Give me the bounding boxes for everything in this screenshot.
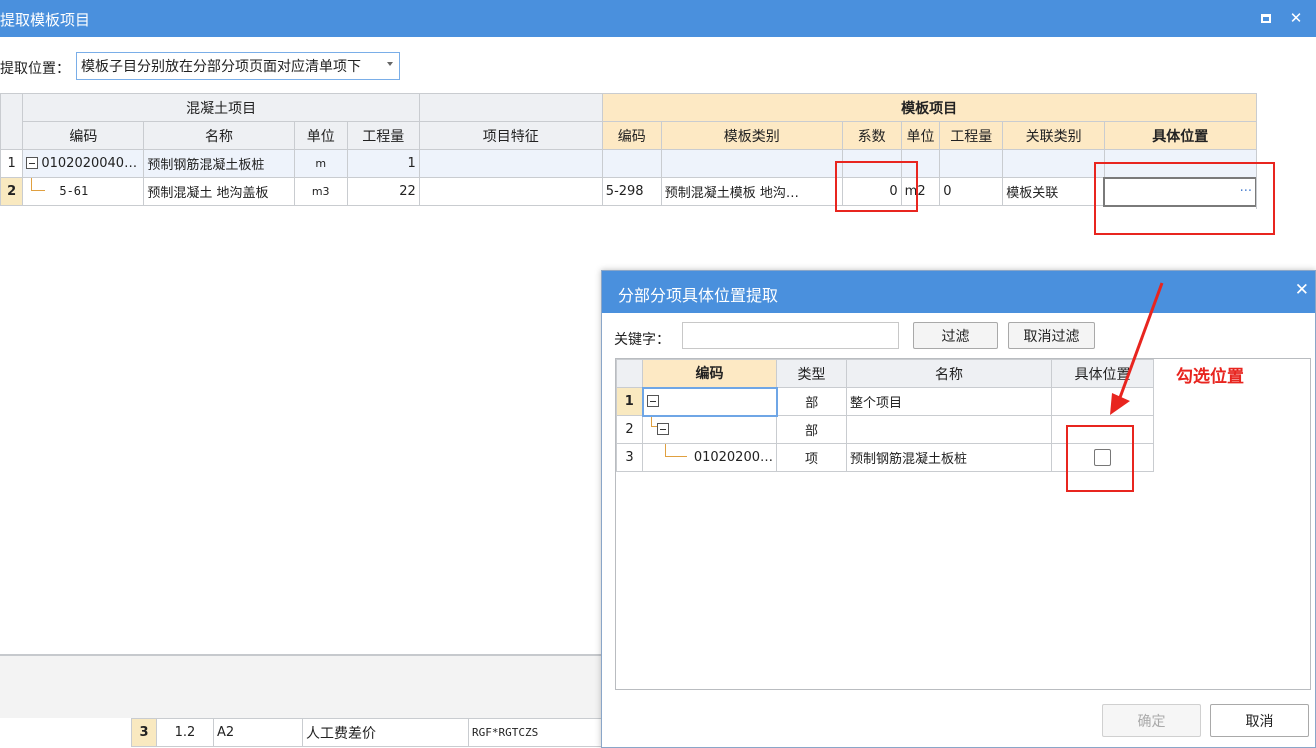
col-coef[interactable]: 系数	[841, 121, 902, 150]
type-cell[interactable]: 部	[776, 415, 847, 444]
annotation-arrow	[1110, 282, 1164, 415]
type-cell[interactable]: 部	[776, 387, 847, 416]
rel-cell[interactable]	[1002, 149, 1105, 178]
close-icon: ✕	[1289, 9, 1303, 27]
col-t-qty[interactable]: 工程量	[939, 121, 1004, 150]
dialog-title-bar: 分部分项具体位置提取 ✕	[602, 271, 1315, 313]
feature-cell[interactable]	[418, 177, 603, 206]
row-number: 3	[131, 718, 157, 747]
rel-cell[interactable]: 模板关联	[1002, 177, 1105, 206]
collapse-icon[interactable]	[657, 423, 669, 436]
unit-cell[interactable]: m3	[293, 177, 348, 206]
name-cell[interactable]: 预制混凝土 地沟盖板	[143, 177, 295, 206]
col-t-code[interactable]: 编码	[601, 121, 662, 150]
col-unit[interactable]: 单位	[293, 121, 348, 150]
ok-button[interactable]: 确定	[1102, 704, 1201, 737]
t-code-cell[interactable]	[601, 149, 662, 178]
code-cell[interactable]: 010202004001	[22, 149, 145, 178]
table-row[interactable]: 3 1.2 A2 人工费差价 RGF*RGTCZS	[131, 718, 602, 747]
position-select-value: 模板子目分别放在分部分项页面对应清单项下	[81, 59, 361, 75]
name-cell[interactable]	[846, 415, 1052, 444]
keyword-input[interactable]	[682, 322, 899, 349]
lower-panel	[0, 656, 601, 718]
window-title-bar: 提取模板项目 ✕	[0, 0, 1316, 37]
position-select[interactable]: 模板子目分别放在分部分项页面对应清单项下	[76, 52, 400, 80]
tree-connector	[31, 178, 46, 191]
col-pos[interactable]: 具体位置	[1103, 121, 1257, 150]
tree-connector	[665, 444, 687, 457]
unit-cell[interactable]: m	[293, 149, 348, 178]
window-title: 提取模板项目	[0, 11, 91, 29]
template-group-header: 模板项目	[601, 93, 1257, 122]
col-code[interactable]: 编码	[642, 359, 777, 388]
row-number: 2	[0, 177, 24, 206]
col-name[interactable]: 名称	[143, 121, 295, 150]
t-type-cell[interactable]: 预制混凝土模板 地沟…	[660, 177, 843, 206]
table-row[interactable]: 1 部 整个项目	[616, 386, 1154, 417]
feature-cell[interactable]	[418, 149, 603, 178]
annotation-text: 勾选位置	[1176, 367, 1244, 387]
row-number: 2	[616, 415, 643, 444]
code-text: 010202004001	[41, 156, 141, 171]
keyword-label: 关键字：	[614, 332, 670, 348]
name-cell[interactable]: 预制钢筋混凝土板桩	[846, 443, 1052, 472]
t-type-cell[interactable]	[660, 149, 843, 178]
code-cell[interactable]: 5-61	[22, 177, 145, 206]
code-cell[interactable]	[642, 415, 777, 444]
highlight-checkbox	[1066, 425, 1134, 492]
formula-cell[interactable]: RGF*RGTCZS	[468, 718, 602, 747]
dialog-header-row: 编码 类型 名称 具体位置	[616, 359, 1154, 388]
chevron-down-icon	[387, 62, 393, 66]
filter-button[interactable]: 过滤	[913, 322, 998, 349]
row-number: 1	[0, 149, 24, 178]
code-text: 01020200…	[693, 450, 773, 465]
name-cell[interactable]: 预制钢筋混凝土板桩	[143, 149, 295, 178]
dialog-title: 分部分项具体位置提取	[618, 286, 779, 305]
table-row[interactable]: 1 010202004001 预制钢筋混凝土板桩 m 1	[0, 149, 1257, 178]
collapse-icon[interactable]	[646, 395, 659, 407]
table-row[interactable]: 2 5-61 预制混凝土 地沟盖板 m3 22 5-298 预制混凝土模板 地沟…	[0, 176, 1257, 207]
code-cell[interactable]: 1.2	[156, 718, 214, 747]
group-header-row: 混凝土项目 模板项目	[0, 93, 1257, 150]
position-label: 提取位置：	[0, 61, 70, 77]
feature-group-header	[418, 93, 603, 122]
col-code[interactable]: 编码	[22, 121, 145, 150]
highlight-coef	[835, 161, 918, 212]
corner-cell	[616, 359, 643, 388]
t-qty-cell[interactable]: 0	[939, 177, 1004, 206]
dialog-close-icon[interactable]: ✕	[1295, 280, 1309, 300]
code-cell[interactable]: 01020200…	[642, 443, 777, 472]
position-dialog: 分部分项具体位置提取 ✕ 关键字： 过滤 取消过滤 编码 类型 名称 具体位置 …	[601, 270, 1316, 748]
col-rel[interactable]: 关联类别	[1002, 121, 1105, 150]
col-qty[interactable]: 工程量	[346, 121, 420, 150]
concrete-group-header: 混凝土项目	[22, 93, 420, 122]
maximize-icon	[1261, 13, 1271, 23]
name-cell[interactable]: 人工费差价	[302, 718, 469, 747]
col-name[interactable]: 名称	[846, 359, 1052, 388]
col-feature[interactable]: 项目特征	[418, 121, 603, 150]
qty-cell[interactable]: 1	[346, 149, 420, 178]
type-cell[interactable]: 项	[776, 443, 847, 472]
t-qty-cell[interactable]	[939, 149, 1004, 178]
key-cell[interactable]: A2	[213, 718, 303, 747]
column-header-row: 编码 名称 单位 工程量 项目特征 编码 模板类别 系数 单位 工程量 关联类别…	[1, 121, 1257, 150]
cancel-filter-button[interactable]: 取消过滤	[1008, 322, 1095, 349]
main-grid: 混凝土项目 模板项目 编码 名称 单位 工程量 项目特征 编码 模板类别 系数 …	[0, 93, 1257, 207]
col-t-unit[interactable]: 单位	[900, 121, 941, 150]
col-t-type[interactable]: 模板类别	[660, 121, 843, 150]
row-number: 3	[616, 443, 643, 472]
lower-grid: 3 1.2 A2 人工费差价 RGF*RGTCZS	[131, 718, 602, 747]
qty-cell[interactable]: 22	[346, 177, 420, 206]
col-type[interactable]: 类型	[776, 359, 847, 388]
t-code-cell[interactable]: 5-298	[601, 177, 662, 206]
cancel-button[interactable]: 取消	[1210, 704, 1309, 737]
close-button[interactable]: ✕	[1284, 6, 1308, 30]
code-cell[interactable]	[641, 386, 778, 417]
highlight-position	[1094, 162, 1275, 235]
collapse-icon[interactable]	[26, 157, 39, 169]
name-cell[interactable]: 整个项目	[846, 387, 1052, 416]
row-number: 1	[616, 387, 643, 416]
corner-cell	[0, 93, 24, 150]
maximize-button[interactable]	[1254, 6, 1278, 30]
